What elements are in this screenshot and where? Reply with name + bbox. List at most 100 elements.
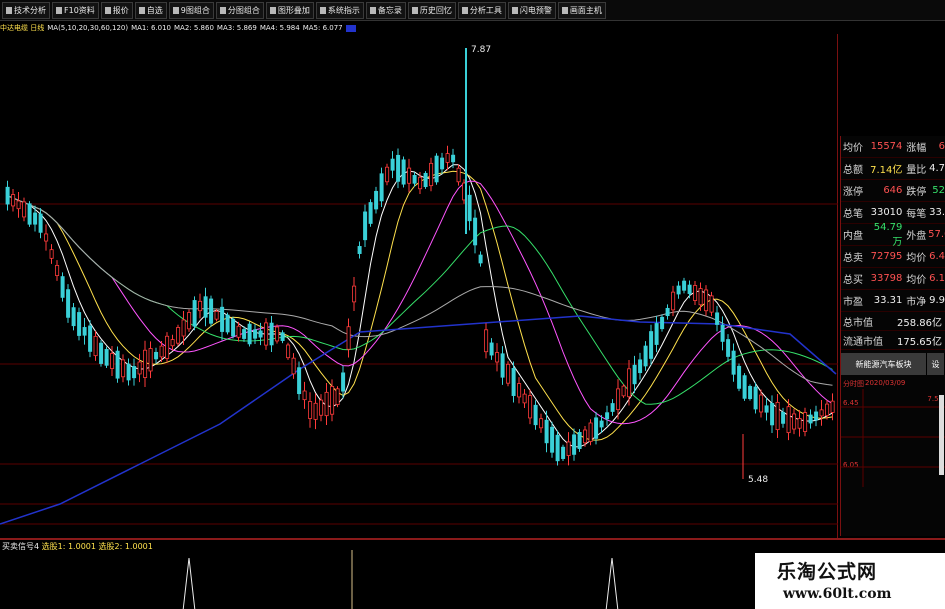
candle-body xyxy=(99,342,104,364)
settings-button[interactable]: 设 xyxy=(927,353,945,375)
quote-label2: 每笔 xyxy=(906,209,927,220)
candle-body xyxy=(660,316,665,330)
candle-body xyxy=(506,363,511,384)
candle-body xyxy=(687,284,692,294)
main-chart-frame[interactable]: 7.87 5.48 xyxy=(0,34,838,538)
toolbar-button-alert[interactable]: 闪电预警 xyxy=(507,1,556,19)
candle-body xyxy=(627,368,632,398)
candlestick-chart[interactable]: 7.87 5.48 xyxy=(0,34,838,538)
candle-body xyxy=(814,411,819,421)
toolbar-button-watchlist[interactable]: 自选 xyxy=(134,1,167,19)
quote-label2: 涨幅 xyxy=(906,143,927,154)
candle-body xyxy=(203,296,208,318)
candle-body xyxy=(770,403,775,426)
candle-body xyxy=(775,401,780,431)
sector-button[interactable]: 新能源汽车板块 xyxy=(841,353,927,375)
candle-body xyxy=(291,357,296,375)
mini-chart-svg xyxy=(841,389,945,487)
candle-body xyxy=(181,319,186,337)
quote-label: 均价 xyxy=(843,143,863,154)
candle-body xyxy=(115,350,120,379)
candle-body xyxy=(693,285,698,301)
candle-body xyxy=(484,329,489,353)
quote-value: 33010 xyxy=(870,207,903,218)
candle-body xyxy=(715,312,720,325)
stock-name[interactable]: 中达电缆 日线 xyxy=(0,23,44,33)
watermark-line2: www.60lt.com xyxy=(783,586,892,602)
candle-body xyxy=(60,276,65,298)
candle-body xyxy=(792,413,797,430)
menu-icon xyxy=(6,6,12,14)
quote-row: 涨停 646 跌停 52 xyxy=(841,180,945,202)
candle-body xyxy=(522,393,527,404)
toolbar-button-system-indicator[interactable]: 系统指示 xyxy=(315,1,364,19)
candle-body xyxy=(247,323,252,345)
quote-label2: 量比 xyxy=(906,165,927,176)
mini-price-bar xyxy=(939,395,944,475)
candle-body xyxy=(253,329,258,339)
high-price-label: 7.87 xyxy=(471,45,491,55)
quote-value: 7.14亿 xyxy=(870,165,903,176)
market-cap-row: 流通市值 175.65亿 xyxy=(841,331,945,350)
quote-value: 15574 xyxy=(870,141,903,152)
candle-body xyxy=(467,194,472,222)
candle-body xyxy=(698,288,703,306)
candle-body xyxy=(489,342,494,356)
candle-body xyxy=(803,412,808,432)
toolbar-button-9-chart[interactable]: 9图组合 xyxy=(168,1,214,19)
menu-icon xyxy=(172,6,179,14)
quote-value: 72795 xyxy=(870,251,903,262)
candle-body xyxy=(352,285,357,303)
candle-body xyxy=(737,365,742,389)
toolbar-button-memo[interactable]: 备忘录 xyxy=(365,1,406,19)
quote-label2: 跌停 xyxy=(906,187,927,198)
menu-icon xyxy=(319,6,326,14)
candle-body xyxy=(192,300,197,327)
candle-body xyxy=(781,411,786,424)
toolbar-button-f10[interactable]: F10资料 xyxy=(52,1,99,19)
candle-body xyxy=(583,429,588,444)
candle-body xyxy=(742,375,747,399)
candle-body xyxy=(726,339,731,357)
toolbar-button-overlay[interactable]: 图形叠加 xyxy=(265,1,314,19)
quote-panel: 均价 15574 涨幅 6 总额 7.14亿 量比 4.7 涨停 646 跌停 52 总笔 33010 每笔… xyxy=(840,136,945,536)
candle-body xyxy=(407,167,412,184)
candle-body xyxy=(577,432,582,449)
candle-body xyxy=(808,414,813,424)
quote-label: 市盈 xyxy=(843,297,863,308)
quote-value2: 6.4 xyxy=(929,251,945,262)
candle-body xyxy=(511,368,516,396)
quote-row: 总卖 72795 均价 6.4 xyxy=(841,246,945,268)
toolbar-button-analysis-tools[interactable]: 分析工具 xyxy=(457,1,506,19)
candle-body xyxy=(126,363,131,381)
candle-body xyxy=(324,391,329,417)
candle-body xyxy=(236,325,241,338)
candle-body xyxy=(159,345,164,358)
candle-body xyxy=(605,412,610,420)
candle-body xyxy=(33,212,38,225)
stock-chart-window: 技术分析 F10资料 报价 自选 9图组合 分图组合 图形叠加 系统指示 备忘录… xyxy=(0,0,945,609)
ma4-value: MA4: 5.984 xyxy=(259,24,300,32)
quote-label: 总笔 xyxy=(843,209,863,220)
toolbar-button-screen[interactable]: 画面主机 xyxy=(557,1,606,19)
candle-body xyxy=(720,324,725,342)
candle-body xyxy=(187,312,192,330)
panel-buttons: 新能源汽车板块 设 xyxy=(841,353,945,375)
candle-body xyxy=(374,190,379,210)
candle-body xyxy=(555,434,560,462)
quote-value2: 9.9 xyxy=(929,295,945,306)
toolbar-button-quote[interactable]: 报价 xyxy=(100,1,133,19)
candle-body xyxy=(643,345,648,367)
toolbar-button-split-chart[interactable]: 分图组合 xyxy=(215,1,264,19)
candle-body xyxy=(396,154,401,182)
candle-body xyxy=(451,154,456,163)
quote-value2: 52 xyxy=(932,185,945,196)
toolbar-button-tech-analysis[interactable]: 技术分析 xyxy=(2,1,50,19)
quote-value2: 6.1 xyxy=(929,273,945,284)
menu-icon xyxy=(56,6,62,14)
candle-body xyxy=(275,326,280,342)
candle-body xyxy=(764,405,769,413)
candle-body xyxy=(346,326,351,350)
toolbar-button-history[interactable]: 历史回忆 xyxy=(407,1,456,19)
mini-intraday-chart[interactable]: 分时图 2020/03/09 7.58 6.45 6.05 xyxy=(841,377,945,487)
